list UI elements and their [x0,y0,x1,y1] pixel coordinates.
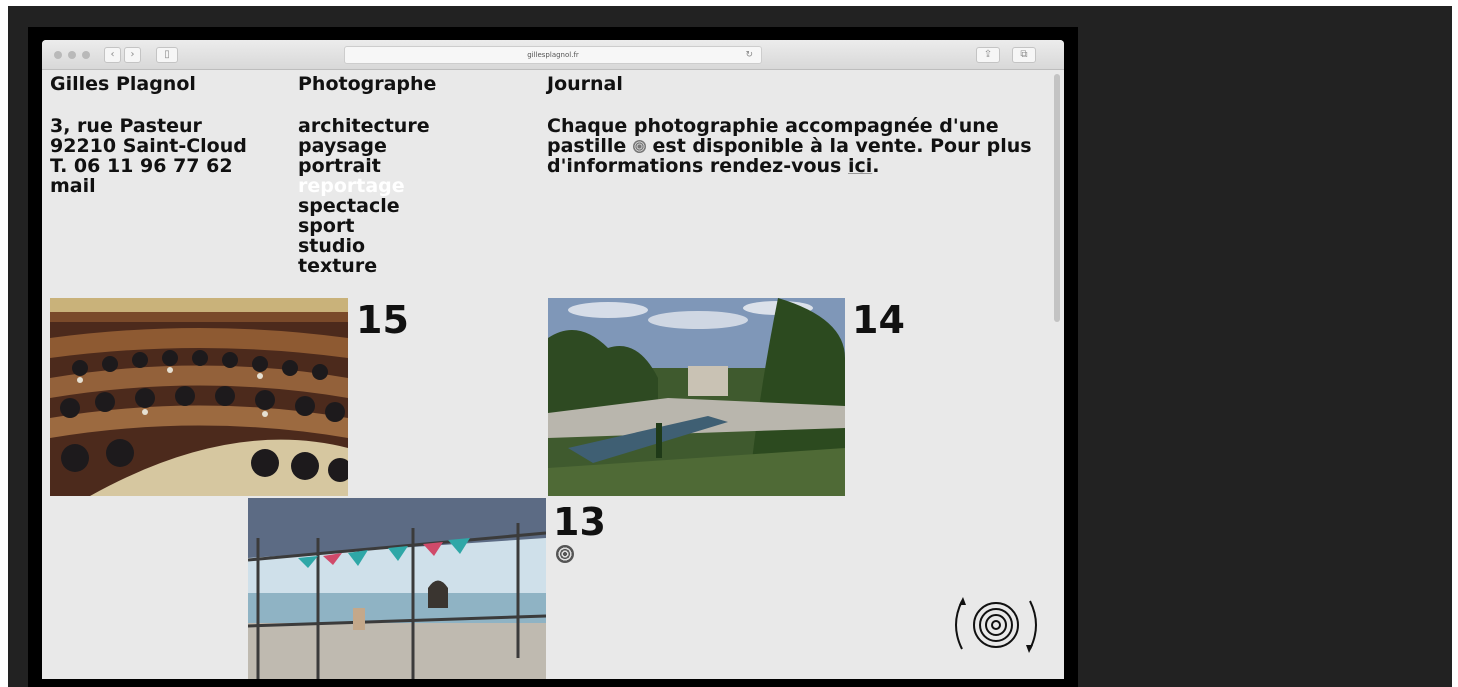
nav-item-sport[interactable]: sport [298,216,430,236]
nav-title: Photographe [298,73,437,95]
photo-13-image [248,498,546,679]
back-icon[interactable]: ‹ [104,47,121,63]
mail-link[interactable]: mail [50,176,247,196]
journal-text: Chaque photographie accompagnée d'une pa… [547,116,1047,176]
close-window-button[interactable] [54,51,62,59]
nav-item-reportage[interactable]: reportage [298,176,430,196]
nav-item-portrait[interactable]: portrait [298,156,430,176]
browser-window: ‹ › ▯ gillesplagnol.fr ↻ ⇪ ⧉ Gilles Plag… [42,40,1064,679]
tabs-icon[interactable]: ⧉ [1012,47,1036,63]
address-line: 92210 Saint-Cloud [50,135,247,157]
minimize-window-button[interactable] [68,51,76,59]
nav-item-paysage[interactable]: paysage [298,136,430,156]
zoom-window-button[interactable] [82,51,90,59]
photo-15-image [50,298,348,496]
scrollbar-thumb[interactable] [1054,74,1060,322]
sidebar-icon[interactable]: ▯ [156,47,178,63]
browser-toolbar: ‹ › ▯ gillesplagnol.fr ↻ ⇪ ⧉ [42,40,1064,70]
category-nav: architecture paysage portrait reportage … [298,116,430,276]
page-content: Gilles Plagnol 3, rue Pasteur 92210 Sain… [42,70,1052,679]
photo-14[interactable] [548,298,845,496]
pastille-icon[interactable] [556,545,574,563]
url-text: gillesplagnol.fr [527,51,579,59]
pastille-rotate-icon[interactable] [950,595,1042,655]
journal-title[interactable]: Journal [547,74,623,94]
share-icon[interactable]: ⇪ [976,47,1000,63]
address-line: 3, rue Pasteur [50,115,202,137]
photo-14-image [548,298,845,496]
photo-number-15: 15 [356,298,409,342]
address-bar[interactable]: gillesplagnol.fr ↻ [344,46,762,64]
reload-icon[interactable]: ↻ [745,47,753,63]
photo-13[interactable] [248,498,546,679]
photo-number-14: 14 [852,298,905,342]
site-name: Gilles Plagnol [50,73,196,95]
pastille-icon [632,140,646,153]
nav-item-architecture[interactable]: architecture [298,116,430,136]
contact-block: 3, rue Pasteur 92210 Saint-Cloud T. 06 1… [50,116,247,196]
photo-15[interactable] [50,298,348,496]
photo-number-13: 13 [553,500,606,544]
nav-item-spectacle[interactable]: spectacle [298,196,430,216]
phone-line: T. 06 11 96 77 62 [50,155,233,177]
ici-link[interactable]: ici [848,155,872,177]
nav-item-texture[interactable]: texture [298,256,430,276]
nav-item-studio[interactable]: studio [298,236,430,256]
forward-icon[interactable]: › [124,47,141,63]
journal-end: . [872,155,880,177]
